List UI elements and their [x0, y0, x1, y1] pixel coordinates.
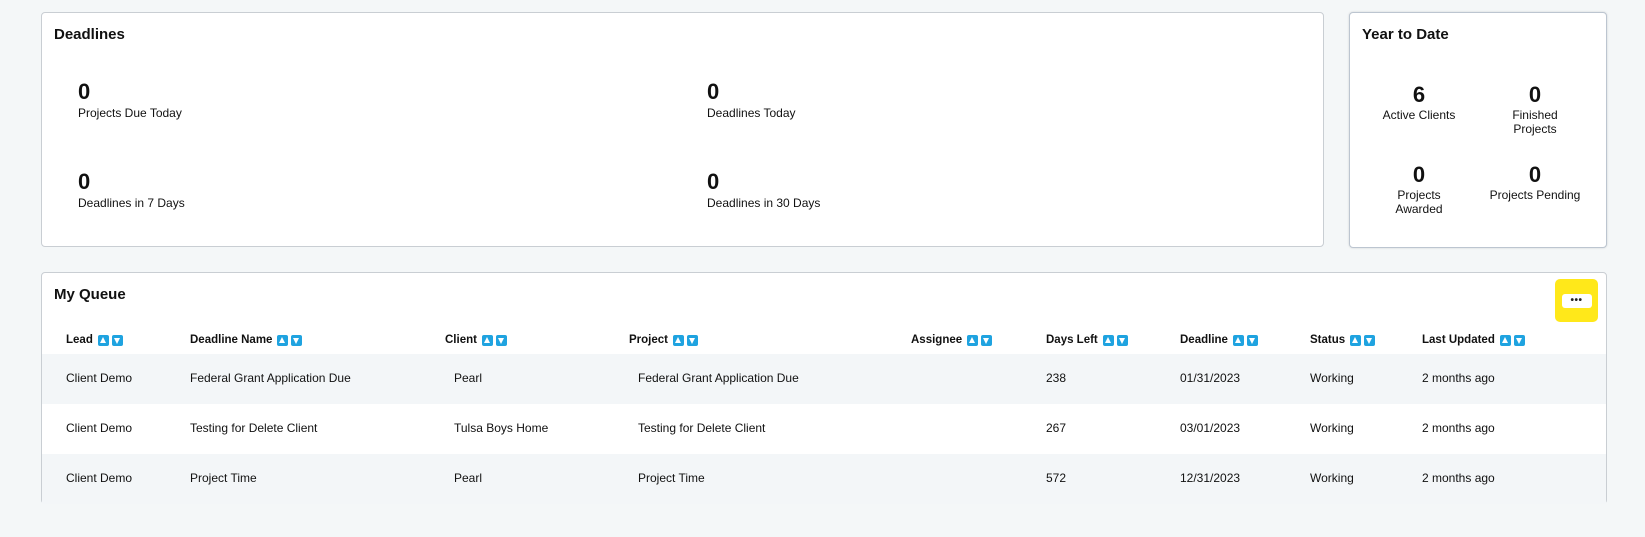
table-row[interactable]: Client Demo Federal Grant Application Du…: [42, 354, 1606, 404]
column-header-days-left: Days Left: [1046, 334, 1128, 346]
sort-ascending-icon[interactable]: [277, 334, 289, 346]
cell-client: Pearl: [454, 471, 483, 485]
column-label: Days Left: [1046, 334, 1098, 346]
my-queue-card: My Queue ••• Lead Deadline Name Client P…: [41, 272, 1607, 504]
cell-deadline-name: Project Time: [190, 471, 257, 485]
cell-lead: Client Demo: [66, 471, 133, 485]
year-to-date-card: Year to Date 6 Active Clients 0 Finished…: [1349, 12, 1607, 248]
column-label: Deadline Name: [190, 334, 273, 346]
stat-value: 0: [707, 169, 720, 194]
cell-deadline-name: Federal Grant Application Due: [190, 371, 351, 385]
sort-ascending-icon[interactable]: [1232, 334, 1244, 346]
cell-last-updated: 2 months ago: [1422, 371, 1495, 385]
column-header-deadline-name: Deadline Name: [190, 334, 303, 346]
table-row[interactable]: Client Demo Project Time Pearl Project T…: [42, 454, 1606, 504]
cell-deadline-name: Testing for Delete Client: [190, 421, 318, 435]
stat-value: 0: [1528, 82, 1542, 107]
sort-descending-icon[interactable]: [111, 334, 123, 346]
stat-label: Deadlines in 30 Days: [707, 196, 821, 210]
column-header-assignee: Assignee: [911, 334, 993, 346]
stat-label: Projects Pending: [1489, 188, 1581, 202]
cell-deadline: 12/31/2023: [1180, 471, 1241, 485]
stat-label: Deadlines in 7 Days: [78, 196, 185, 210]
column-header-status: Status: [1310, 334, 1376, 346]
sort-ascending-icon[interactable]: [673, 334, 684, 346]
sort-descending-icon[interactable]: [1246, 334, 1258, 346]
table-row[interactable]: Client Demo Testing for Delete Client Tu…: [42, 404, 1606, 454]
cell-client: Pearl: [454, 371, 483, 385]
cell-status: Working: [1310, 471, 1354, 485]
sort-descending-icon[interactable]: [495, 334, 507, 346]
column-header-lead: Lead: [66, 334, 123, 346]
column-label: Assignee: [911, 334, 963, 346]
cell-deadline: 01/31/2023: [1180, 371, 1241, 385]
sort-ascending-icon[interactable]: [967, 334, 979, 346]
stat-deadlines-30-days: 0 Deadlines in 30 Days: [707, 169, 821, 211]
cell-status: Working: [1310, 421, 1354, 435]
cell-status: Working: [1310, 371, 1354, 385]
column-label: Lead: [66, 334, 93, 346]
sort-ascending-icon[interactable]: [1499, 334, 1511, 346]
cell-last-updated: 2 months ago: [1422, 471, 1495, 485]
ytd-finished-projects: 0 Finished Projects: [1480, 82, 1590, 137]
stat-label: Finished Projects: [1512, 108, 1558, 136]
sort-descending-icon[interactable]: [981, 334, 993, 346]
stat-value: 0: [78, 79, 91, 104]
stat-value: 0: [78, 169, 91, 194]
cell-days-left: 267: [1046, 421, 1067, 435]
deadlines-title: Deadlines: [54, 26, 125, 43]
deadlines-card: Deadlines 0 Projects Due Today 0 Deadlin…: [41, 12, 1324, 247]
stat-label: Projects Due Today: [78, 106, 182, 120]
stat-label: Active Clients: [1382, 108, 1456, 122]
cell-client: Tulsa Boys Home: [454, 421, 549, 435]
stat-deadlines-7-days: 0 Deadlines in 7 Days: [78, 169, 185, 211]
cell-project: Testing for Delete Client: [638, 421, 766, 435]
cell-lead: Client Demo: [66, 371, 133, 385]
stat-value: 0: [1412, 162, 1426, 187]
more-icon: •••: [1561, 293, 1592, 308]
column-label: Deadline: [1180, 334, 1228, 346]
column-label: Status: [1310, 334, 1346, 346]
sort-ascending-icon[interactable]: [481, 334, 493, 346]
cell-last-updated: 2 months ago: [1422, 421, 1495, 435]
sort-descending-icon[interactable]: [687, 334, 698, 346]
ytd-title: Year to Date: [1362, 26, 1449, 43]
stat-value: 6: [1412, 82, 1426, 107]
stat-deadlines-today: 0 Deadlines Today: [707, 79, 796, 121]
cell-days-left: 238: [1046, 371, 1067, 385]
cell-project: Federal Grant Application Due: [638, 371, 799, 385]
sort-descending-icon[interactable]: [1513, 334, 1525, 346]
stat-label: Deadlines Today: [707, 106, 796, 120]
column-header-deadline: Deadline: [1180, 334, 1258, 346]
ytd-active-clients: 6 Active Clients: [1364, 82, 1474, 123]
column-label: Last Updated: [1422, 334, 1495, 346]
column-label: Client: [445, 334, 477, 346]
column-label: Project: [629, 334, 668, 346]
stat-projects-due-today: 0 Projects Due Today: [78, 79, 182, 121]
column-header-project: Project: [629, 334, 698, 346]
cell-days-left: 572: [1046, 471, 1067, 485]
ytd-projects-awarded: 0 Projects Awarded: [1364, 162, 1474, 217]
sort-ascending-icon[interactable]: [1350, 334, 1362, 346]
queue-title: My Queue: [54, 286, 126, 303]
cell-project: Project Time: [638, 471, 705, 485]
queue-menu-button[interactable]: •••: [1555, 279, 1598, 322]
sort-descending-icon[interactable]: [1364, 334, 1376, 346]
sort-ascending-icon[interactable]: [97, 334, 109, 346]
sort-ascending-icon[interactable]: [1102, 334, 1114, 346]
column-header-last-updated: Last Updated: [1422, 334, 1525, 346]
cell-deadline: 03/01/2023: [1180, 421, 1241, 435]
stat-label: Projects Awarded: [1395, 188, 1443, 216]
sort-descending-icon[interactable]: [291, 334, 303, 346]
stat-value: 0: [1528, 162, 1542, 187]
ytd-projects-pending: 0 Projects Pending: [1480, 162, 1590, 203]
sort-descending-icon[interactable]: [1116, 334, 1128, 346]
cell-lead: Client Demo: [66, 421, 133, 435]
column-header-client: Client: [445, 334, 507, 346]
stat-value: 0: [707, 79, 720, 104]
